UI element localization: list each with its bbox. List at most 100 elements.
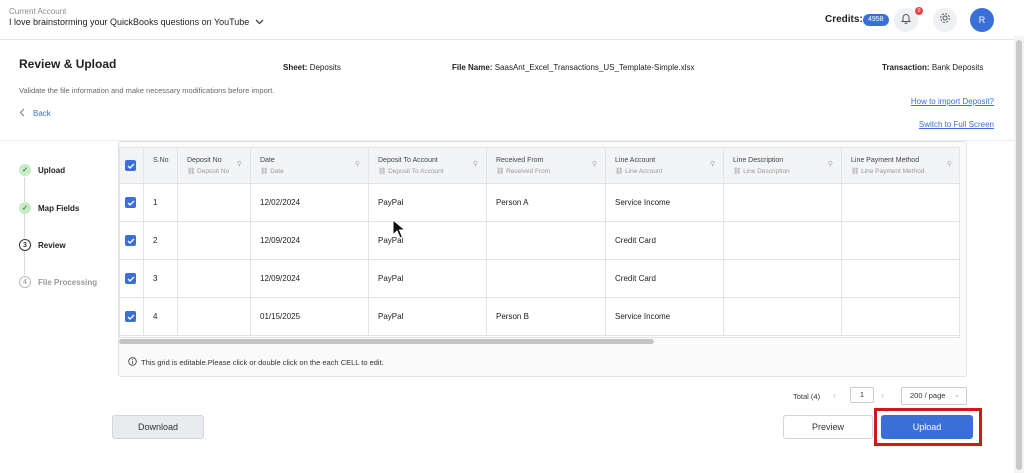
grid-note-text: This grid is editable.Please click or do… xyxy=(141,358,384,367)
switch-full-screen-link[interactable]: Switch to Full Screen xyxy=(919,120,994,129)
step-number: 3 xyxy=(19,239,31,251)
chevron-left-icon[interactable]: ‹ xyxy=(833,390,836,400)
account-label: Current Account xyxy=(9,7,67,16)
gear-icon xyxy=(939,11,951,29)
cell-line-description[interactable] xyxy=(724,184,842,222)
cell-line-payment-method[interactable] xyxy=(842,184,959,222)
search-icon[interactable]: ⚲ xyxy=(828,160,833,168)
cell-received-from[interactable]: Person A xyxy=(487,184,606,222)
table-row[interactable]: 3 12/09/2024 PayPal Credit Card xyxy=(120,260,959,298)
stepper-connector xyxy=(24,214,25,238)
page-size-select[interactable]: 200 / page ⌄ xyxy=(901,387,967,405)
column-header-date[interactable]: Date ⛓ Date ⚲ xyxy=(251,148,369,184)
column-subtitle: ⛓ Deposit To Account xyxy=(378,168,444,175)
cell-line-description[interactable] xyxy=(724,222,842,260)
download-button[interactable]: Download xyxy=(112,415,204,439)
cell-line-payment-method[interactable] xyxy=(842,222,959,260)
step-label: Upload xyxy=(38,165,66,175)
cell-received-from[interactable] xyxy=(487,260,606,298)
chevron-down-icon xyxy=(255,17,264,27)
cell-deposit-no[interactable] xyxy=(178,298,251,336)
column-header-line-description[interactable]: Line Description ⛓ Line Description ⚲ xyxy=(724,148,842,184)
row-checkbox[interactable] xyxy=(125,235,136,246)
column-header-received-from[interactable]: Received From ⛓ Received From ⚲ xyxy=(487,148,606,184)
cell-deposit-no[interactable] xyxy=(178,184,251,222)
chevron-down-icon: ⌄ xyxy=(954,392,960,399)
back-label: Back xyxy=(33,109,51,118)
cell-line-account[interactable]: Service Income xyxy=(606,298,724,336)
step-file-processing: 4 File Processing xyxy=(19,276,97,288)
column-title: Deposit To Account xyxy=(378,157,438,164)
account-selector[interactable]: I love brainstorming your QuickBooks que… xyxy=(9,17,264,27)
sheet-label: Sheet: xyxy=(283,63,308,72)
search-icon[interactable]: ⚲ xyxy=(473,160,478,168)
column-header-deposit-no[interactable]: Deposit No ⛓ Deposit No ⚲ xyxy=(178,148,251,184)
search-icon[interactable]: ⚲ xyxy=(947,160,952,168)
grid-panel: S.No Deposit No ⛓ Deposit No ⚲ Date ⛓ Da… xyxy=(118,141,967,377)
column-header-line-payment-method[interactable]: Line Payment Method ⛓ Line Payment Metho… xyxy=(842,148,959,184)
table-row[interactable]: 1 12/02/2024 PayPal Person A Service Inc… xyxy=(120,184,959,222)
avatar[interactable]: R xyxy=(970,8,994,32)
select-all-checkbox[interactable] xyxy=(125,160,136,171)
select-all-cell xyxy=(120,148,144,184)
cell-sno[interactable]: 1 xyxy=(144,184,178,222)
cell-deposit-no[interactable] xyxy=(178,260,251,298)
cell-line-payment-method[interactable] xyxy=(842,260,959,298)
cell-received-from[interactable] xyxy=(487,222,606,260)
account-name: I love brainstorming your QuickBooks que… xyxy=(9,17,250,27)
cell-date[interactable]: 01/15/2025 xyxy=(251,298,369,336)
back-link[interactable]: Back xyxy=(19,108,51,119)
row-checkbox[interactable] xyxy=(125,197,136,208)
grid-horizontal-scrollbar[interactable] xyxy=(119,339,654,344)
row-checkbox[interactable] xyxy=(125,311,136,322)
cell-line-account[interactable]: Credit Card xyxy=(606,222,724,260)
cell-line-account[interactable]: Credit Card xyxy=(606,260,724,298)
page-scrollbar-thumb[interactable] xyxy=(1016,40,1022,470)
upload-button[interactable]: Upload xyxy=(881,415,973,439)
step-label: File Processing xyxy=(38,277,98,287)
cell-deposit-no[interactable] xyxy=(178,222,251,260)
cell-date[interactable]: 12/09/2024 xyxy=(251,260,369,298)
column-header-line-account[interactable]: Line Account ⛓ Line Account ⚲ xyxy=(606,148,724,184)
cell-date[interactable]: 12/09/2024 xyxy=(251,222,369,260)
search-icon[interactable]: ⚲ xyxy=(592,160,597,168)
cell-deposit-to-account[interactable]: PayPal xyxy=(369,222,487,260)
table-row[interactable]: 4 01/15/2025 PayPal Person B Service Inc… xyxy=(120,298,959,336)
chevron-right-icon[interactable]: › xyxy=(881,390,884,400)
column-title: Date xyxy=(260,157,275,164)
cell-received-from[interactable]: Person B xyxy=(487,298,606,336)
chevron-left-icon xyxy=(19,108,25,119)
column-header-deposit-to-account[interactable]: Deposit To Account ⛓ Deposit To Account … xyxy=(369,148,487,184)
column-title: Line Account xyxy=(615,157,656,164)
cell-sno[interactable]: 3 xyxy=(144,260,178,298)
cell-line-description[interactable] xyxy=(724,298,842,336)
sheet-info: Sheet: Deposits xyxy=(283,63,341,72)
column-subtitle: ⛓ Date xyxy=(260,168,284,175)
page-number-button[interactable]: 1 xyxy=(850,387,874,403)
cell-line-account[interactable]: Service Income xyxy=(606,184,724,222)
cell-deposit-to-account[interactable]: PayPal xyxy=(369,260,487,298)
column-header-sno[interactable]: S.No xyxy=(144,148,178,184)
column-subtitle: ⛓ Line Account xyxy=(615,168,663,175)
preview-button[interactable]: Preview xyxy=(783,415,873,439)
cell-sno[interactable]: 4 xyxy=(144,298,178,336)
column-subtitle: ⛓ Line Description xyxy=(733,168,790,175)
grid-header: S.No Deposit No ⛓ Deposit No ⚲ Date ⛓ Da… xyxy=(120,148,959,184)
cell-sno[interactable]: 2 xyxy=(144,222,178,260)
row-checkbox[interactable] xyxy=(125,273,136,284)
cell-line-payment-method[interactable] xyxy=(842,298,959,336)
search-icon[interactable]: ⚲ xyxy=(355,160,360,168)
cell-line-description[interactable] xyxy=(724,260,842,298)
transaction-info: Transaction: Bank Deposits xyxy=(882,63,983,72)
cell-date[interactable]: 12/02/2024 xyxy=(251,184,369,222)
settings-button[interactable] xyxy=(933,8,957,32)
credits-badge: 4958 xyxy=(863,14,889,26)
cell-deposit-to-account[interactable]: PayPal xyxy=(369,184,487,222)
total-count: Total (4) xyxy=(793,392,821,401)
step-label: Review xyxy=(38,240,66,250)
search-icon[interactable]: ⚲ xyxy=(710,160,715,168)
cell-deposit-to-account[interactable]: PayPal xyxy=(369,298,487,336)
how-to-import-link[interactable]: How to import Deposit? xyxy=(911,97,994,106)
table-row[interactable]: 2 12/09/2024 PayPal Credit Card xyxy=(120,222,959,260)
search-icon[interactable]: ⚲ xyxy=(237,160,242,168)
